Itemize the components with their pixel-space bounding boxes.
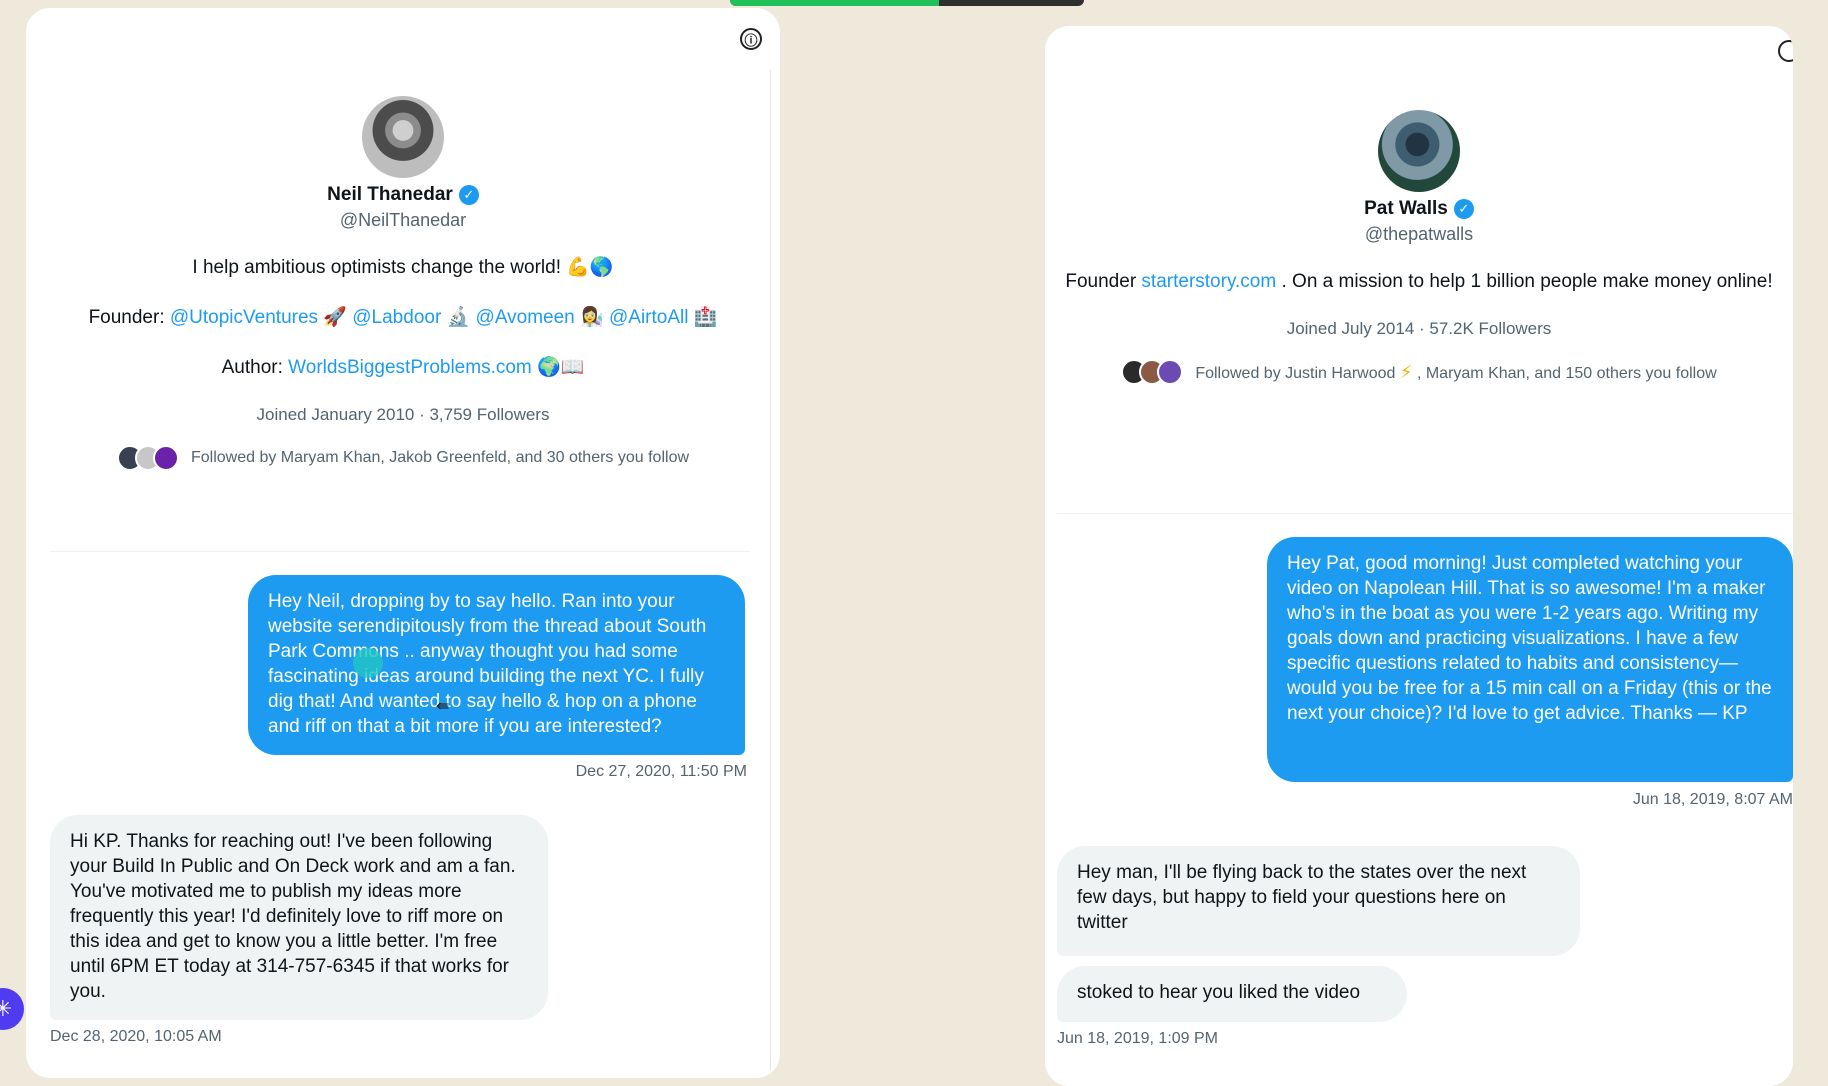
right-profile-bio: Founder starterstory.com . On a mission … [1064, 269, 1774, 295]
left-profile-meta: Joined January 2010 · 3,759 Followers [256, 405, 550, 424]
lightning-icon: ⚡ [1399, 361, 1413, 382]
labdoor-link[interactable]: @Labdoor [352, 307, 441, 328]
left-profile-bio: I help ambitious optimists change the wo… [26, 255, 780, 381]
neil-avatar[interactable] [362, 96, 444, 178]
circle-icon[interactable] [1778, 40, 1793, 62]
right-sent-message[interactable]: Hey Pat, good morning! Just completed wa… [1267, 537, 1793, 782]
left-received-message[interactable]: Hi KP. Thanks for reaching out! I've bee… [50, 815, 548, 1020]
top-progress-fill [730, 0, 939, 6]
left-profile-handle[interactable]: @NeilThanedar [26, 210, 780, 231]
pat-avatar[interactable] [1378, 110, 1460, 192]
right-followed-prefix: Followed by Justin Harwood [1195, 364, 1400, 382]
rocket-emoji: 🚀 [323, 307, 347, 328]
right-profile-name[interactable]: Pat Walls [1364, 198, 1448, 220]
left-followed-by[interactable]: Followed by Maryam Khan, Jakob Greenfeld… [26, 445, 780, 471]
microscope-emoji: 🔬 [446, 307, 471, 328]
right-follower-avatars [1121, 359, 1184, 385]
right-sent-timestamp: Jun 18, 2019, 8:07 AM [1632, 791, 1793, 808]
hospital-emoji: 🏥 [693, 307, 718, 328]
assistant-button[interactable]: ✳ [0, 988, 24, 1030]
right-followed-suffix: , Maryam Khan, and 150 others you follow [1416, 364, 1717, 382]
left-bio-line-1: I help ambitious optimists change the wo… [192, 257, 614, 278]
right-divider [1057, 513, 1793, 514]
right-received-message-2[interactable]: stoked to hear you liked the video [1057, 966, 1407, 1022]
starterstory-link[interactable]: starterstory.com [1141, 271, 1276, 292]
follower-avatar [152, 445, 179, 471]
left-conversation-card: ⓘ Neil Thanedar ✓ @NeilThanedar I help a… [26, 8, 780, 1078]
right-followed-text: Followed by Justin Harwood ⚡ , Maryam Kh… [1195, 362, 1716, 383]
left-received-timestamp: Dec 28, 2020, 10:05 AM [50, 1028, 222, 1045]
right-profile-meta: Joined July 2014 · 57.2K Followers [1286, 319, 1552, 338]
right-received-message-1[interactable]: Hey man, I'll be flying back to the stat… [1057, 846, 1580, 956]
right-profile-header: Pat Walls ✓ @thepatwalls Founder starter… [1045, 110, 1793, 385]
left-divider [50, 551, 750, 552]
airtoall-link[interactable]: @AirtoAll [609, 307, 688, 328]
right-profile-handle[interactable]: @thepatwalls [1045, 224, 1793, 245]
right-followed-by[interactable]: Followed by Justin Harwood ⚡ , Maryam Kh… [1045, 359, 1793, 385]
cursor-icon: ⇚ [436, 698, 450, 715]
right-received-timestamp: Jun 18, 2019, 1:09 PM [1057, 1030, 1218, 1047]
left-name-row: Neil Thanedar ✓ [26, 184, 780, 206]
left-bio-founder-prefix: Founder: [88, 307, 170, 328]
left-bio-author-prefix: Author: [221, 357, 289, 378]
left-profile-header: Neil Thanedar ✓ @NeilThanedar I help amb… [26, 96, 780, 471]
avomeen-link[interactable]: @Avomeen [476, 307, 575, 328]
left-bio-line-2: Founder: @UtopicVentures 🚀 @Labdoor 🔬 @A… [26, 305, 780, 331]
right-conversation-card: Pat Walls ✓ @thepatwalls Founder starter… [1045, 26, 1793, 1086]
top-progress-bar [730, 0, 1084, 6]
cursor-highlight-dot [353, 648, 383, 678]
follower-avatar [1157, 359, 1184, 385]
left-sent-timestamp: Dec 27, 2020, 11:50 PM [575, 763, 747, 780]
utopicventures-link[interactable]: @UtopicVentures [170, 307, 318, 328]
left-sent-message[interactable]: Hey Neil, dropping by to say hello. Ran … [248, 575, 745, 755]
left-profile-name[interactable]: Neil Thanedar [327, 184, 453, 206]
worldsbiggestproblems-link[interactable]: WorldsBiggestProblems.com [288, 357, 532, 378]
right-bio-suffix: . On a mission to help 1 billion people … [1281, 271, 1773, 292]
verified-icon: ✓ [458, 185, 479, 205]
left-follower-avatars [116, 445, 179, 471]
right-bio-prefix: Founder [1065, 271, 1142, 292]
info-icon[interactable]: ⓘ [740, 28, 762, 50]
left-bio-line-3: Author: WorldsBiggestProblems.com 🌍📖 [26, 355, 780, 381]
right-name-row: Pat Walls ✓ [1045, 198, 1793, 220]
left-bio-author-emojis: 🌍📖 [537, 357, 585, 378]
scientist-emoji: 👩‍🔬 [580, 307, 604, 328]
left-followed-text: Followed by Maryam Khan, Jakob Greenfeld… [190, 449, 690, 466]
verified-icon: ✓ [1453, 199, 1474, 219]
